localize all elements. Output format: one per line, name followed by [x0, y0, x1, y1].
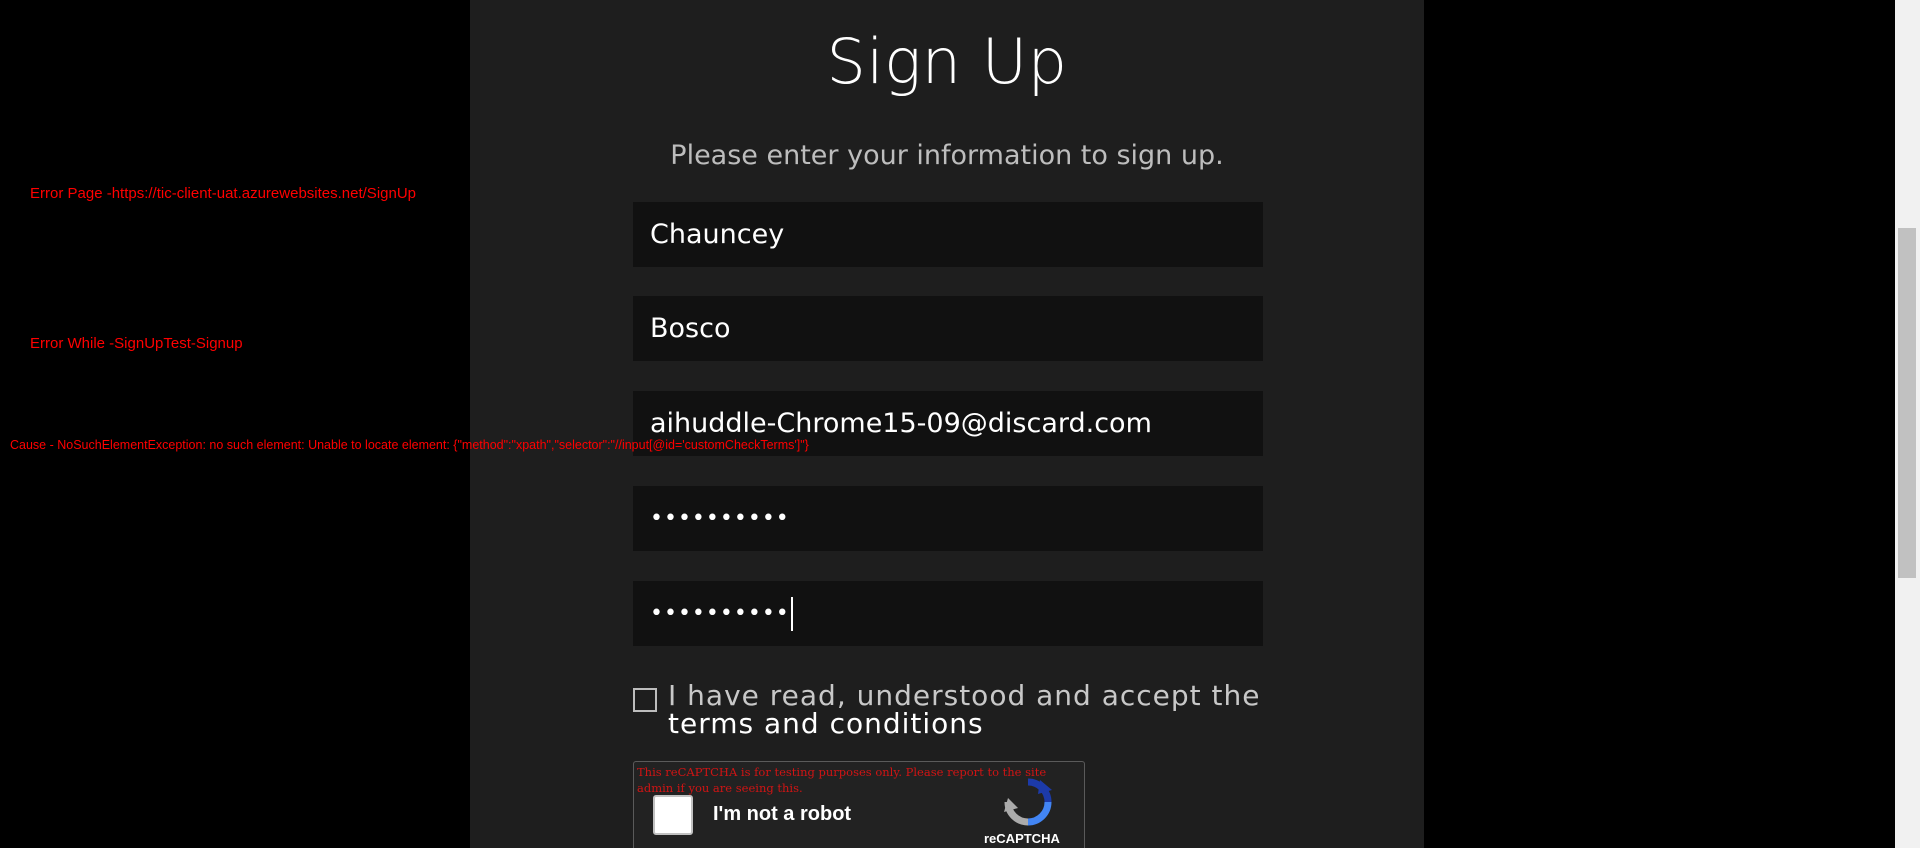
- first-name-value: Chauncey: [650, 219, 785, 250]
- confirm-password-value: ••••••••••: [650, 601, 790, 626]
- vertical-scrollbar[interactable]: [1895, 0, 1920, 848]
- text-caret: [790, 596, 793, 631]
- confirm-password-input[interactable]: ••••••••••: [633, 581, 1263, 646]
- recaptcha-widget: This reCAPTCHA is for testing purposes o…: [633, 761, 1085, 848]
- viewport: Sign Up Please enter your information to…: [0, 0, 1920, 848]
- error-page-message: Error Page -https://tic-client-uat.azure…: [30, 185, 417, 202]
- page-title: Sign Up: [826, 25, 1068, 98]
- password-value: ••••••••••: [650, 506, 790, 531]
- error-cause-message: Cause - NoSuchElementException: no such …: [10, 438, 809, 452]
- email-value: aihuddle-Chrome15-09@discard.com: [650, 408, 1152, 439]
- scrollbar-thumb[interactable]: [1898, 228, 1916, 578]
- last-name-input[interactable]: Bosco: [633, 296, 1263, 361]
- terms-label: I have read, understood and accept the t…: [668, 682, 1260, 738]
- password-input[interactable]: ••••••••••: [633, 486, 1263, 551]
- first-name-input[interactable]: Chauncey: [633, 202, 1263, 267]
- terms-checkbox[interactable]: [633, 688, 657, 712]
- terms-link[interactable]: terms and conditions: [668, 710, 1260, 738]
- recaptcha-checkbox[interactable]: [653, 795, 693, 835]
- error-while-message: Error While -SignUpTest-Signup: [30, 335, 243, 352]
- recaptcha-brand: reCAPTCHA: [984, 831, 1060, 846]
- last-name-value: Bosco: [650, 313, 731, 344]
- recaptcha-label: I'm not a robot: [713, 803, 852, 825]
- page-subtitle: Please enter your information to sign up…: [670, 140, 1224, 171]
- signup-panel: Sign Up Please enter your information to…: [470, 0, 1424, 848]
- recaptcha-logo-icon: [1004, 778, 1052, 826]
